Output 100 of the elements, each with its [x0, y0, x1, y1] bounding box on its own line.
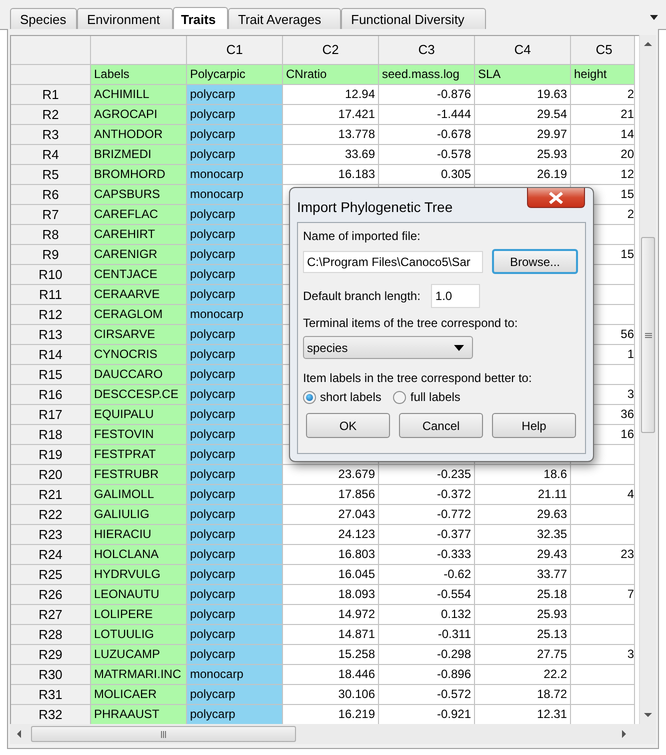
tab[interactable]: Functional Diversity [341, 8, 486, 29]
browse-button[interactable]: Browse... [492, 249, 578, 274]
column-header: C2 [283, 36, 379, 65]
table-cell: 29.63 [475, 505, 571, 525]
scroll-right-icon [622, 730, 626, 738]
table-cell: 32.35 [475, 525, 571, 545]
table-cell: CYNOCRIS [91, 345, 187, 365]
radio-button[interactable] [393, 390, 406, 404]
dialog-title: Import Phylogenetic Tree [297, 199, 453, 215]
table-cell: 12.94 [283, 85, 379, 105]
table-cell: polycarp [187, 525, 283, 545]
table-cell: -0.298 [379, 645, 475, 665]
grip-icon [644, 332, 652, 338]
table-cell: 3 [571, 645, 635, 665]
tab[interactable]: Traits [173, 7, 228, 31]
dropdown-value: species [307, 340, 348, 354]
table-cell: polycarp [187, 545, 283, 565]
column-heading: height [571, 65, 635, 85]
row-header: R9 [11, 245, 91, 265]
scrollbar-thumb[interactable] [31, 726, 296, 742]
table-cell [571, 605, 635, 625]
row-header: R7 [11, 205, 91, 225]
table-cell: BROMHORD [91, 165, 187, 185]
table-cell: CERAARVE [91, 285, 187, 305]
table-cell: polycarp [187, 105, 283, 125]
table-cell: 26.19 [475, 165, 571, 185]
field-label: Item labels in the tree correspond better to: [303, 371, 533, 385]
table-cell: EQUIPALU [91, 405, 187, 425]
radio-button[interactable] [303, 390, 316, 404]
table-cell: polycarp [187, 445, 283, 465]
scrollbar-thumb[interactable] [641, 237, 655, 433]
row-header: R6 [11, 185, 91, 205]
scroll-down-icon [644, 713, 652, 717]
table-cell: 16.045 [283, 565, 379, 585]
table-cell: 13.778 [283, 125, 379, 145]
table-cell: 4 [571, 485, 635, 505]
table-cell [571, 685, 635, 705]
row-header: R8 [11, 225, 91, 245]
row-header: R3 [11, 125, 91, 145]
table-cell: 29.54 [475, 105, 571, 125]
table-cell: AGROCAPI [91, 105, 187, 125]
table-cell: FESTOVIN [91, 425, 187, 445]
table-cell: LOLIPERE [91, 605, 187, 625]
table-cell: polycarp [187, 125, 283, 145]
row-header: R14 [11, 345, 91, 365]
table-cell: ANTHODOR [91, 125, 187, 145]
table-cell: -0.772 [379, 505, 475, 525]
dialog-button[interactable]: Help [492, 413, 576, 438]
caret-icon [454, 344, 464, 350]
column-header: C1 [187, 36, 283, 65]
table-cell: CENTJACE [91, 265, 187, 285]
table-cell: polycarp [187, 625, 283, 645]
column-header: C4 [475, 36, 571, 65]
table-cell: LEONAUTU [91, 585, 187, 605]
branch-length-field[interactable]: 1.0 [431, 284, 480, 308]
file-path-field[interactable]: C:\Program Files\Canoco5\Sar [303, 250, 483, 272]
table-cell [571, 565, 635, 585]
row-header: R13 [11, 325, 91, 345]
table-cell: 18.446 [283, 665, 379, 685]
table-cell: -0.235 [379, 465, 475, 485]
table-cell: HOLCLANA [91, 545, 187, 565]
table-cell [571, 525, 635, 545]
table-cell: 19.63 [475, 85, 571, 105]
radio-label: full labels [410, 390, 460, 404]
tab[interactable]: Environment [77, 8, 173, 29]
row-header: R30 [11, 665, 91, 685]
tab[interactable]: Species [10, 8, 77, 29]
field-label: Default branch length: [303, 289, 420, 303]
close-button[interactable] [527, 188, 585, 208]
table-cell: LOTUULIG [91, 625, 187, 645]
table-cell: GALIULIG [91, 505, 187, 525]
table-cell: polycarp [187, 225, 283, 245]
row-header: R27 [11, 605, 91, 625]
dialog-button[interactable]: Cancel [399, 413, 483, 438]
table-cell: 23 [571, 545, 635, 565]
tab[interactable]: Trait Averages [228, 8, 341, 29]
row-header: R21 [11, 485, 91, 505]
table-cell: CAREFLAC [91, 205, 187, 225]
dialog-button[interactable]: OK [306, 413, 390, 438]
column-heading: Polycarpic [187, 65, 283, 85]
grip-icon [161, 730, 166, 738]
table-cell: 21 [571, 105, 635, 125]
row-header: R10 [11, 265, 91, 285]
scroll-left-icon [17, 730, 21, 738]
dropdown[interactable]: species [303, 336, 473, 359]
table-cell: 33.69 [283, 145, 379, 165]
table-cell: polycarp [187, 425, 283, 445]
table-cell: monocarp [187, 185, 283, 205]
table-cell: FESTPRAT [91, 445, 187, 465]
table-cell: polycarp [187, 565, 283, 585]
table-cell: polycarp [187, 705, 283, 724]
radio-label: short labels [320, 390, 382, 404]
row-header: R5 [11, 165, 91, 185]
table-cell: -0.578 [379, 145, 475, 165]
table-cell: 15.258 [283, 645, 379, 665]
table-cell: -0.311 [379, 625, 475, 645]
table-cell: polycarp [187, 585, 283, 605]
table-cell: 25.93 [475, 145, 571, 165]
table-cell: 0.132 [379, 605, 475, 625]
table-cell: 24.123 [283, 525, 379, 545]
